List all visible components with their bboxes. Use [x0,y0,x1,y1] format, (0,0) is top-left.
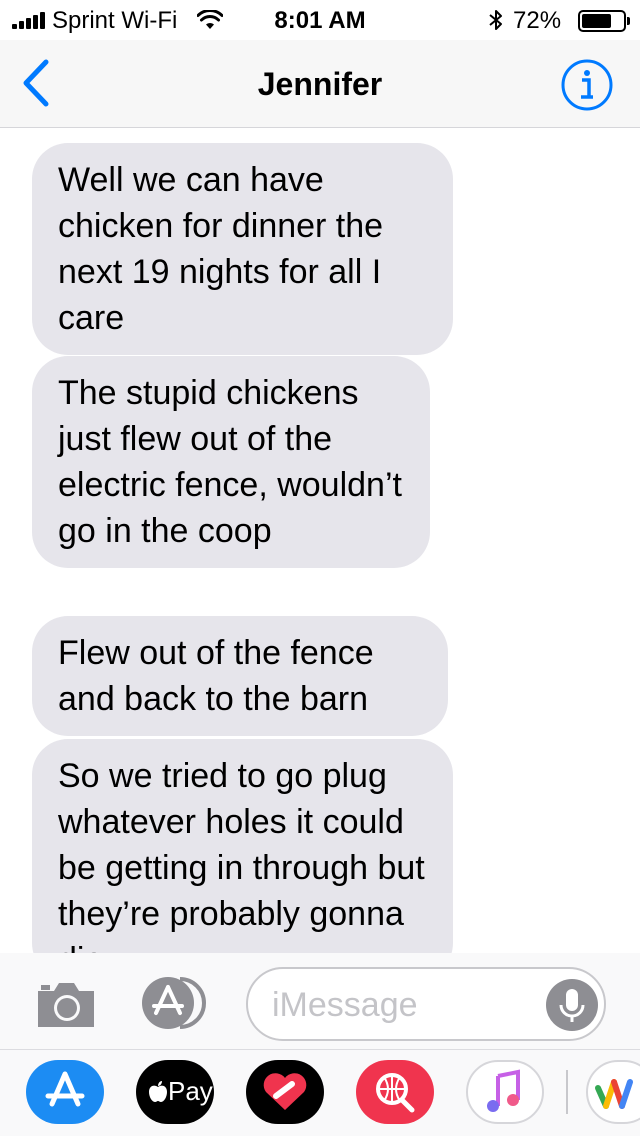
message-text: Flew out of the fence and back to the ba… [58,634,374,718]
google-pay-icon [595,1079,633,1109]
message-input[interactable] [272,981,532,1029]
message-bubble-received[interactable]: Well we can have chicken for dinner the … [32,143,453,355]
message-text: Well we can have chicken for dinner the … [58,161,384,337]
app-store-drawer-button[interactable] [136,973,216,1033]
image-search-icon [376,1073,415,1113]
app-store-icon [45,1071,85,1107]
music-app[interactable] [466,1060,544,1124]
message-bubble-received[interactable]: So we tried to go plug whatever holes it… [32,739,453,953]
apple-pay-label: Pay [168,1076,213,1106]
battery-level-fill [582,14,611,28]
message-bubble-received[interactable]: Flew out of the fence and back to the ba… [32,616,448,736]
image-search-app[interactable] [356,1060,434,1124]
digital-touch-app[interactable] [246,1060,324,1124]
message-input-field[interactable] [246,967,606,1041]
status-bar: Sprint Wi-Fi 8:01 AM 72% [0,0,640,40]
apple-pay-app[interactable]: Pay [136,1060,214,1124]
contact-name[interactable]: Jennifer [0,66,640,103]
compose-bar [0,953,640,1049]
camera-icon [38,983,94,1027]
info-icon [561,59,613,111]
message-bubble-received[interactable]: The stupid chickens just flew out of the… [32,356,430,568]
conversation-header: Jennifer [0,40,640,128]
message-list[interactable]: Well we can have chicken for dinner the … [0,129,640,953]
messages-screen: Sprint Wi-Fi 8:01 AM 72% Jennifer Well w… [0,0,640,1136]
apple-logo-icon [149,1081,167,1102]
drawer-divider [566,1070,568,1114]
battery-percentage: 72% [513,7,562,34]
message-text: The stupid chickens just flew out of the… [58,374,402,550]
dictation-button[interactable] [546,979,598,1031]
app-store-app[interactable] [26,1060,104,1124]
camera-button[interactable] [34,973,98,1033]
info-button[interactable] [560,58,614,112]
microphone-icon [559,989,585,1022]
bluetooth-icon [489,10,502,30]
message-text: So we tried to go plug whatever holes it… [58,757,425,953]
music-icon [487,1069,520,1112]
imessage-app-drawer: Pay [0,1049,640,1136]
google-pay-app[interactable] [586,1060,640,1124]
app-store-icon [142,977,206,1029]
digital-touch-icon [263,1073,307,1110]
battery-icon [578,10,630,32]
